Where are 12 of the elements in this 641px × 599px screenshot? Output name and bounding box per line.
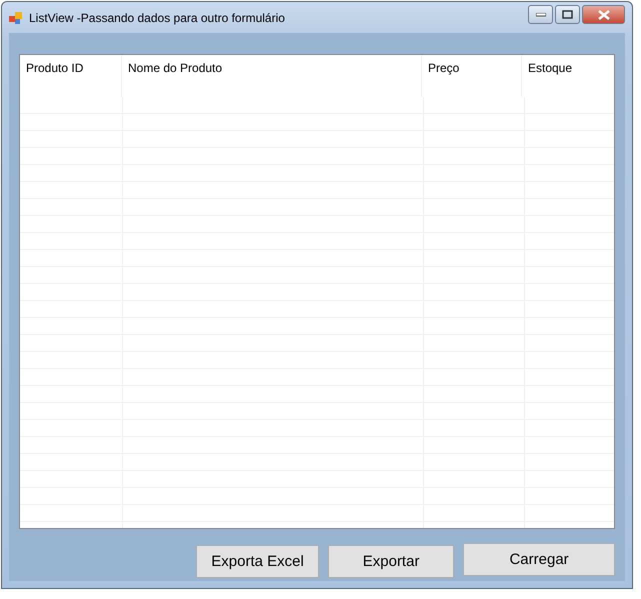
maximize-button[interactable] [555, 5, 580, 24]
window-title: ListView -Passando dados para outro formulário [29, 10, 286, 24]
minimize-button[interactable] [528, 5, 553, 24]
action-button[interactable]: Carregar [463, 543, 615, 576]
app-icon [9, 10, 23, 24]
close-icon [598, 10, 610, 20]
maximize-icon [562, 10, 573, 19]
action-button[interactable]: Exportar [328, 545, 454, 578]
close-button[interactable] [582, 5, 625, 24]
minimize-icon [536, 12, 546, 16]
action-button[interactable]: Exporta Excel [196, 545, 320, 578]
list-view[interactable]: Produto ID Nome do Produto Preço Estoque [19, 54, 615, 529]
